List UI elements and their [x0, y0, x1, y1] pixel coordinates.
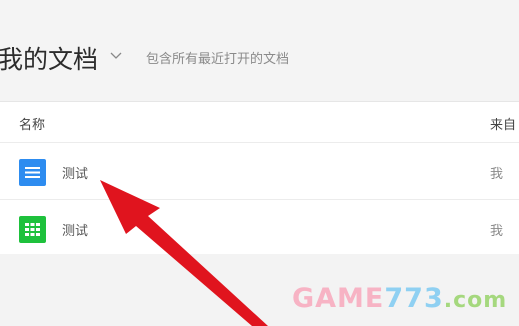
file-name[interactable]: 测试	[62, 163, 88, 182]
watermark-logo: GAME773.com	[292, 283, 507, 314]
watermark-part-2: 773	[384, 283, 444, 314]
chevron-down-icon[interactable]	[110, 50, 122, 62]
file-owner: 我	[490, 167, 504, 182]
column-from[interactable]: 来自	[490, 114, 516, 133]
file-row[interactable]: 测试 我	[0, 200, 519, 256]
column-header-row: 名称 来自	[0, 102, 519, 143]
page-subtitle: 包含所有最近打开的文档	[146, 52, 290, 67]
file-row[interactable]: 测试 我	[0, 143, 519, 200]
page-header: 我的文档 包含所有最近打开的文档	[0, 0, 519, 101]
column-name[interactable]: 名称	[19, 114, 45, 133]
watermark-part-1: GAME	[292, 283, 385, 314]
doc-icon	[19, 159, 46, 186]
watermark-part-3: .com	[443, 288, 508, 313]
file-list: 名称 来自 测试 我 测试 我	[0, 101, 519, 255]
file-name[interactable]: 测试	[62, 220, 88, 239]
file-owner: 我	[490, 224, 504, 239]
sheet-icon	[19, 216, 46, 243]
page-title: 我的文档	[0, 45, 99, 74]
